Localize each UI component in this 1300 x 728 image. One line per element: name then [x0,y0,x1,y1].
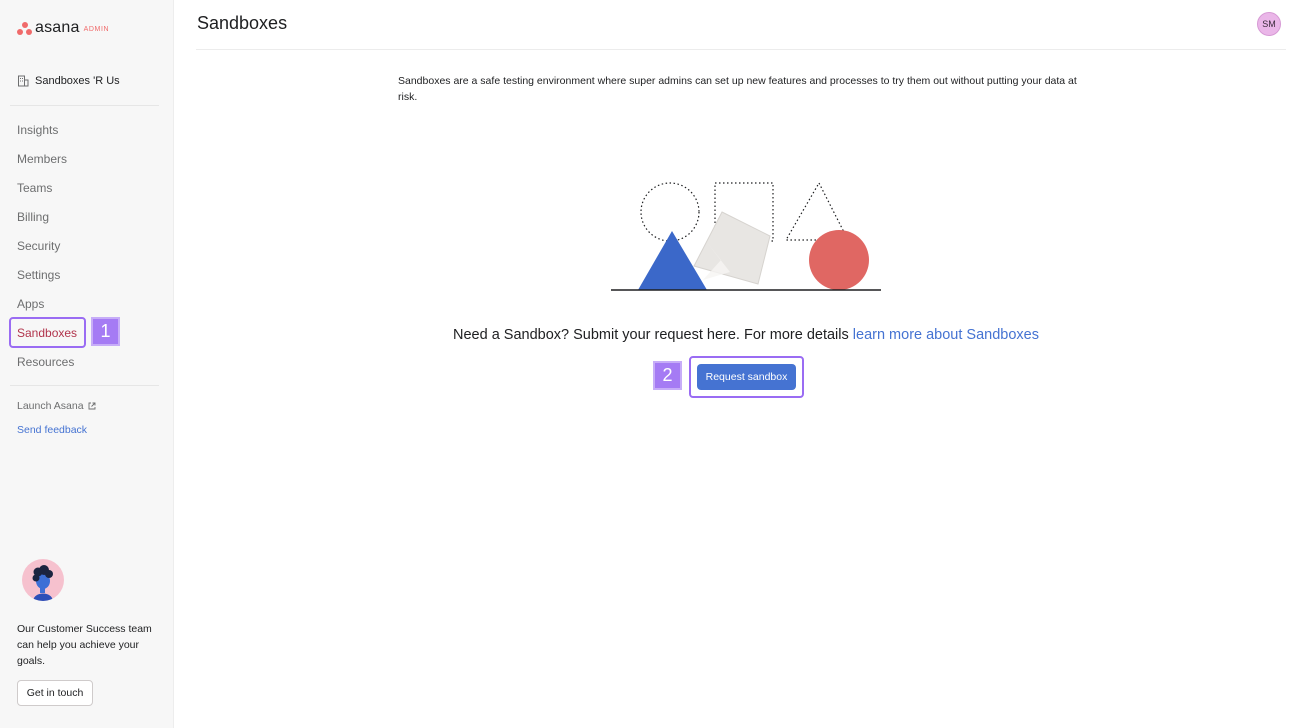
request-prompt-text: Need a Sandbox? Submit your request here… [453,327,853,343]
page-title: Sandboxes [197,13,288,33]
sidebar-divider [10,105,159,106]
asana-logo-icon [17,21,32,35]
sidebar-item-settings[interactable]: Settings [17,266,60,284]
customer-success-text: Our Customer Success team can help you a… [17,623,152,667]
external-link-icon [88,402,96,410]
sidebar-item-resources[interactable]: Resources [17,353,74,371]
header-divider [196,49,1286,50]
request-prompt: Need a Sandbox? Submit your request here… [0,327,1300,343]
shapes-illustration [611,181,881,291]
dotted-circle-shape [640,182,700,242]
person-illustration-icon [32,565,53,601]
red-circle-shape [809,230,869,290]
launch-asana-label: Launch Asana [17,400,84,412]
building-icon [18,75,29,87]
sandboxes-description: Sandboxes are a safe testing environment… [398,75,1077,103]
get-in-touch-button[interactable]: Get in touch [17,680,93,706]
customer-success-avatar [22,559,64,601]
sidebar-item-apps[interactable]: Apps [17,295,44,313]
launch-asana-link[interactable]: Launch Asana [17,400,96,412]
sidebar-item-billing[interactable]: Billing [17,208,49,226]
request-sandbox-button[interactable]: Request sandbox [697,364,796,390]
send-feedback-link[interactable]: Send feedback [17,424,87,436]
asana-wordmark: asana [35,19,80,36]
sidebar: asana ADMIN Sandboxes 'R Us Insights Mem… [0,0,174,728]
org-switcher[interactable]: Sandboxes 'R Us [17,75,120,87]
step-2-badge: 2 [653,361,682,390]
paper-square-shape [693,211,771,285]
sidebar-item-insights[interactable]: Insights [17,121,58,139]
sidebar-item-members[interactable]: Members [17,150,67,168]
sidebar-divider [10,385,159,386]
admin-badge: ADMIN [83,26,110,33]
sidebar-item-teams[interactable]: Teams [17,179,52,197]
asana-logo[interactable]: asana ADMIN [17,19,109,37]
user-avatar[interactable]: SM [1257,12,1281,36]
sidebar-item-security[interactable]: Security [17,237,60,255]
org-name: Sandboxes 'R Us [35,75,120,87]
learn-more-link[interactable]: learn more about Sandboxes [853,327,1039,343]
